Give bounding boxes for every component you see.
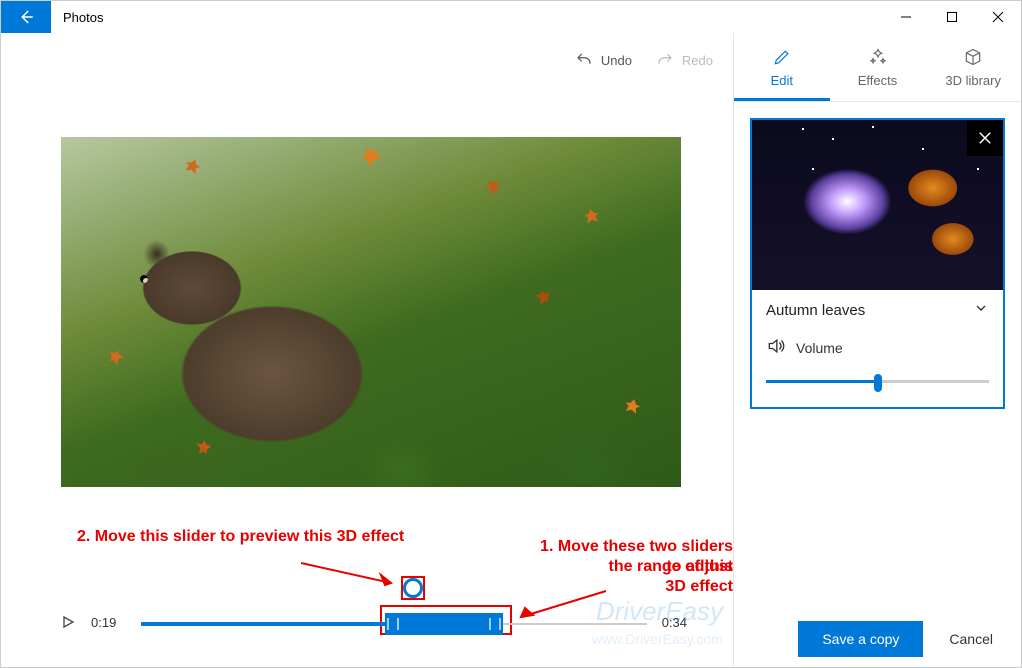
maximize-button[interactable] <box>929 1 975 33</box>
volume-slider[interactable] <box>766 371 989 391</box>
redo-label: Redo <box>682 53 713 68</box>
effect-thumbnail <box>752 120 1003 290</box>
undo-button[interactable]: Undo <box>575 51 632 69</box>
chevron-down-icon[interactable] <box>973 300 989 320</box>
back-button[interactable] <box>1 1 51 33</box>
time-current: 0:19 <box>91 615 116 630</box>
range-end-handle[interactable] <box>487 613 503 635</box>
timeline: 0:19 0:34 <box>61 603 697 643</box>
annotation-1a: 1. Move these two sliders to adjust <box>537 537 733 577</box>
effect-range-bar[interactable] <box>385 613 503 635</box>
annotation-2: 2. Move this slider to preview this 3D e… <box>77 527 404 547</box>
editor-pane: Undo Redo 2. Move this slider to preview <box>1 33 733 667</box>
tab-edit[interactable]: Edit <box>734 33 830 101</box>
undo-label: Undo <box>601 53 632 68</box>
volume-icon <box>766 336 786 359</box>
tab-3d-library-label: 3D library <box>945 73 1001 88</box>
annotation-highlight-playhead <box>401 576 425 600</box>
titlebar: Photos <box>1 1 1021 33</box>
range-start-handle[interactable] <box>385 613 401 635</box>
tab-edit-label: Edit <box>771 73 793 88</box>
side-panel: Edit Effects 3D library Autumn leaves <box>733 33 1021 667</box>
cancel-button[interactable]: Cancel <box>941 621 1001 657</box>
minimize-button[interactable] <box>883 1 929 33</box>
annotation-1b: the range of this 3D effect <box>605 557 733 597</box>
video-preview[interactable] <box>61 137 681 487</box>
remove-effect-button[interactable] <box>967 120 1003 156</box>
time-total: 0:34 <box>662 615 687 630</box>
play-icon[interactable] <box>61 615 75 634</box>
volume-label: Volume <box>796 340 843 356</box>
redo-button[interactable]: Redo <box>656 51 713 69</box>
effect-title: Autumn leaves <box>766 302 865 319</box>
window-controls <box>883 1 1021 33</box>
tab-3d-library[interactable]: 3D library <box>925 33 1021 101</box>
effect-card: Autumn leaves Volume <box>750 118 1005 409</box>
save-a-copy-button[interactable]: Save a copy <box>798 621 923 657</box>
tab-effects-label: Effects <box>858 73 898 88</box>
app-title: Photos <box>51 1 115 33</box>
tab-effects[interactable]: Effects <box>830 33 926 101</box>
close-button[interactable] <box>975 1 1021 33</box>
